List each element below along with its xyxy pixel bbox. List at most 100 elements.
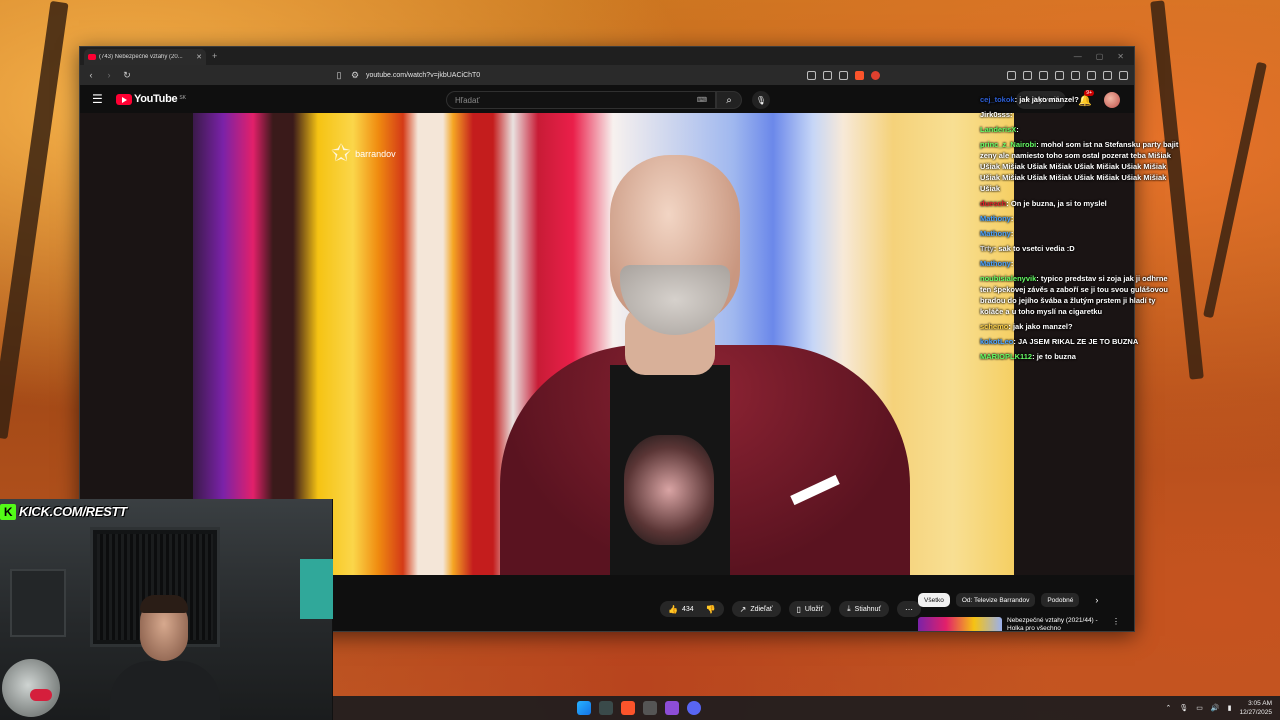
wallpaper-tree	[0, 0, 69, 440]
presenter-shirt	[610, 365, 730, 575]
chat-username: noubisialenyvik	[980, 274, 1037, 283]
windows-start-icon[interactable]	[577, 701, 591, 715]
taskbar-apps	[577, 701, 701, 715]
forward-icon[interactable]: ›	[104, 70, 114, 80]
reload-icon[interactable]: ↻	[122, 70, 132, 81]
streamer-hair	[140, 595, 188, 613]
chip-similar[interactable]: Podobné	[1041, 593, 1080, 607]
chip-all[interactable]: Všetko	[918, 593, 950, 607]
stream-chat-overlay: cej_tokok: jak jako manzel? Jirk0sss: Lan…	[980, 94, 1180, 366]
share-icon: ↗	[739, 604, 747, 614]
extension-icon[interactable]	[1007, 70, 1016, 80]
kick-url: KICK.COM/RESTT	[19, 504, 127, 519]
translate-icon[interactable]	[823, 70, 832, 80]
recommendation-title[interactable]: Nebezpečné vztahy (2021/44) - Holka pro …	[1007, 617, 1107, 631]
recommendation-thumbnail[interactable]	[918, 617, 1002, 631]
rewards-icon[interactable]	[871, 70, 880, 80]
share-button[interactable]: ↗ Zdieľať	[731, 601, 781, 617]
back-icon[interactable]: ‹	[86, 70, 96, 80]
chat-username: MARIOPLK112	[980, 352, 1033, 361]
cast-icon[interactable]	[807, 70, 816, 80]
playlist-icon[interactable]	[1039, 70, 1048, 80]
reader-icon[interactable]	[1023, 70, 1032, 80]
mascot-image	[2, 659, 60, 717]
system-tray: ⌃ 🎙 ▭ 🔊 ▮ 3:05 AM 12/27/2025	[1165, 699, 1272, 717]
search-input[interactable]: Hľadať ⌨	[446, 91, 716, 109]
chat-username: princ_z_Nairobi	[980, 140, 1037, 149]
chat-message: LanderisX:	[980, 125, 1019, 134]
hamburger-menu-icon[interactable]: ☰	[92, 92, 106, 106]
chat-username: schemo	[980, 322, 1009, 331]
chat-text: jak jako manzel?	[1019, 95, 1079, 104]
chat-text: sak to vsetci vedia :D	[998, 244, 1075, 253]
chat-text: JA JSEM RIKAL ZE JE TO BUZNA	[1017, 337, 1139, 346]
chat-username: cej_tokok	[980, 95, 1015, 104]
save-button[interactable]: ▯ Uložiť	[788, 601, 832, 617]
chat-username: LanderisX	[980, 125, 1017, 134]
chat-username: Jirk0sss	[980, 110, 1011, 119]
site-info-icon[interactable]: ⚙	[350, 70, 360, 81]
vpn-icon[interactable]	[1103, 70, 1112, 80]
chat-username: Mathony	[980, 259, 1011, 268]
brave-icon[interactable]	[621, 701, 635, 715]
streamer	[110, 595, 220, 720]
kebab-menu-icon[interactable]: ⋮	[1112, 617, 1120, 631]
chat-message: Mathony:	[980, 214, 1014, 223]
terminal-icon[interactable]	[599, 701, 613, 715]
mic-tray-icon[interactable]: 🎙	[1179, 704, 1188, 712]
chat-username: Mathony	[980, 214, 1011, 223]
chat-message: Trty: sak to vsetci vedia :D	[980, 244, 1075, 253]
chevron-right-icon[interactable]: ›	[1095, 595, 1098, 605]
youtube-logo[interactable]: YouTube SK	[116, 93, 186, 105]
download-button[interactable]: ⤓ Stiahnuť	[839, 601, 890, 617]
like-button[interactable]: 👍 434 👎	[660, 601, 724, 617]
chat-message: schemo: jak jako manzel?	[980, 322, 1073, 331]
video-presenter	[500, 155, 910, 575]
menu-icon[interactable]	[1119, 70, 1128, 80]
chip-channel[interactable]: Od: Televize Barrandov	[955, 593, 1036, 607]
kick-logo-icon: K	[0, 503, 16, 520]
close-tab-icon[interactable]: ✕	[196, 53, 202, 61]
discord-icon[interactable]	[687, 701, 701, 715]
related-chips: Všetko Od: Televize Barrandov Podobné ›	[918, 593, 1098, 607]
maximize-icon[interactable]: ▢	[1096, 52, 1104, 61]
window-controls: — ▢ ✕	[1074, 52, 1134, 61]
voice-search-button[interactable]: 🎙	[752, 91, 770, 109]
battery-icon[interactable]: ▮	[1228, 704, 1232, 712]
thumbs-down-icon[interactable]: 👎	[706, 605, 716, 614]
download-icon: ⤓	[847, 604, 851, 613]
chevron-up-icon[interactable]: ⌃	[1165, 704, 1171, 712]
app-icon[interactable]	[665, 701, 679, 715]
network-icon[interactable]: ▭	[1196, 704, 1203, 712]
recommendation-item[interactable]: Nebezpečné vztahy (2021/44) - Holka pro …	[918, 617, 1120, 631]
chat-text: On je buzna, ja si to myslel	[1010, 199, 1107, 208]
minimize-icon[interactable]: —	[1074, 52, 1082, 61]
new-tab-button[interactable]: +	[212, 51, 217, 61]
brave-shields-icon[interactable]	[855, 70, 864, 80]
mascot-tongue	[30, 689, 52, 701]
tab-youtube[interactable]: (743) Nebezpečné vztahy (20... ✕	[84, 49, 206, 65]
sidebar-icon[interactable]	[1055, 70, 1064, 80]
clock[interactable]: 3:05 AM 12/27/2025	[1239, 699, 1272, 717]
chat-message: cej_tokok: jak jako manzel?	[980, 95, 1079, 104]
keyboard-icon[interactable]: ⌨	[697, 96, 707, 104]
bookmark-icon[interactable]: ▯	[334, 70, 344, 81]
wallet-icon[interactable]	[1087, 70, 1096, 80]
channel-logo-text: barrandov	[355, 148, 396, 159]
share-page-icon[interactable]	[839, 70, 848, 80]
obs-icon[interactable]	[643, 701, 657, 715]
close-window-icon[interactable]: ✕	[1117, 52, 1124, 61]
download-label: Stiahnuť	[854, 605, 882, 613]
extensions-icon[interactable]	[1071, 70, 1080, 80]
webcam-teal-panel	[300, 559, 333, 619]
star-logo-icon: ✩	[331, 140, 352, 167]
chat-text: jak jako manzel?	[1012, 322, 1073, 331]
url-field[interactable]: ▯ ⚙ youtube.com/watch?v=jkbUACiChT0	[140, 68, 799, 82]
action-buttons: 👍 434 👎 ↗ Zdieľať ▯ Uložiť ⤓ Stiahnuť ⋯	[660, 601, 922, 617]
chat-text: je to buzna	[1036, 352, 1076, 361]
clock-time: 3:05 AM	[1248, 700, 1272, 707]
microphone-icon: 🎙	[755, 95, 767, 105]
search-button[interactable]: ⌕	[716, 91, 742, 109]
save-label: Uložiť	[804, 605, 824, 613]
volume-icon[interactable]: 🔊	[1211, 704, 1220, 712]
